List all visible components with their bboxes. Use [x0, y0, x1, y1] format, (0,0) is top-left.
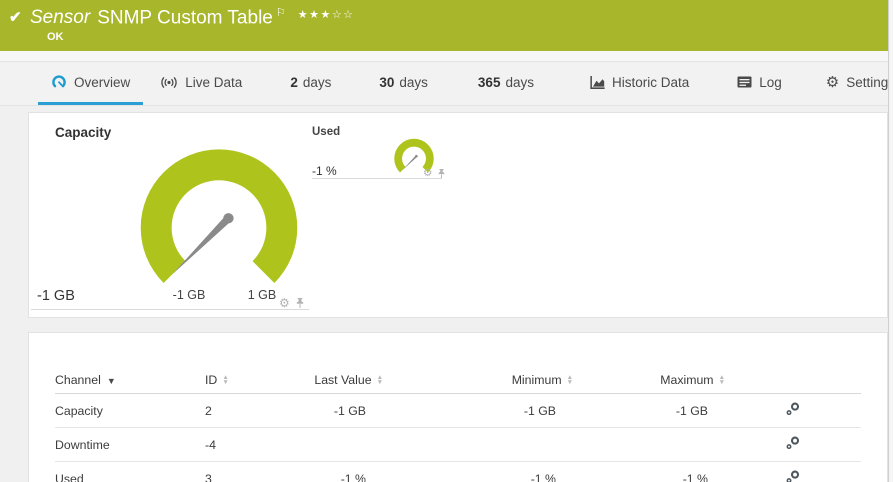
tab-historic-data[interactable]: Historic Data [577, 62, 702, 105]
minimum-cell: -1 GB [383, 393, 573, 428]
gauge-icon [52, 75, 66, 88]
sort-icon: ▲ ▼ [566, 373, 573, 386]
tab-label: Live Data [185, 74, 243, 90]
last-value-cell: -1 GB [297, 393, 383, 428]
secondary-gauge-controls: ⚙ [423, 168, 446, 179]
gauge-scale-min: -1 GB [172, 288, 206, 302]
sort-icon: ▲ ▼ [376, 373, 383, 386]
last-value-cell [297, 427, 383, 462]
column-header-last-value[interactable]: Last Value ▲ ▼ [297, 373, 383, 394]
prtg-sensor-page: ✔ Sensor SNMP Custom Table ⚐ ★★★☆☆ OK Overv… [0, 0, 893, 482]
tab-label: Log [759, 74, 782, 90]
tab-settings[interactable]: ⚙ Settings [813, 62, 893, 105]
tab-label: days [399, 74, 428, 90]
column-header-maximum[interactable]: Maximum ▲ ▼ [573, 373, 725, 394]
channel-table-panel: Channel ▼ ID ▲ ▼ Last Value ▲ ▼ Minimum ▲ ▼ Max… [28, 332, 888, 482]
tab-log[interactable]: Log [724, 62, 795, 105]
primary-gauge-value: -1 GB [37, 288, 75, 304]
tab-number: 2 [290, 74, 298, 90]
sensor-status-header: ✔ Sensor SNMP Custom Table ⚐ ★★★☆☆ OK [0, 0, 893, 51]
minimum-cell: -1 % [383, 461, 573, 482]
tab-number: 30 [379, 74, 395, 90]
gear-icon: ⚙ [825, 73, 840, 91]
secondary-gauge-title: Used [312, 126, 341, 138]
flag-icon[interactable]: ⚐ [276, 7, 286, 19]
tab-label: Settings [846, 74, 893, 90]
header-divider [0, 51, 893, 62]
tab-label: Historic Data [611, 74, 690, 90]
gauge-settings-gear-icon[interactable]: ⚙ [423, 168, 432, 179]
tab-label: Overview [74, 74, 131, 90]
channel-name-cell: Used [55, 461, 205, 482]
divider [31, 309, 309, 310]
gauge-settings-gear-icon[interactable]: ⚙ [279, 297, 290, 309]
tab-bar: Overview Live Data 2 days 30 days 365 da… [0, 62, 893, 106]
tab-30-days[interactable]: 30 days [366, 62, 441, 105]
tab-live-data[interactable]: Live Data [147, 62, 255, 105]
sort-desc-icon: ▼ [106, 376, 116, 386]
channel-table: Channel ▼ ID ▲ ▼ Last Value ▲ ▼ Minimum ▲ ▼ Max… [55, 373, 861, 482]
table-row[interactable]: Downtime -4 [55, 427, 861, 462]
ok-check-icon: ✔ [9, 9, 22, 26]
gauge-needle [402, 155, 418, 171]
column-header-minimum[interactable]: Minimum ▲ ▼ [383, 373, 573, 394]
channel-name-cell: Capacity [55, 393, 205, 428]
pin-icon[interactable] [295, 297, 305, 309]
tab-2-days[interactable]: 2 days [277, 62, 344, 105]
table-row[interactable]: Used 3 -1 % -1 % -1 % [55, 461, 861, 482]
minimum-cell [383, 427, 573, 462]
historic-chart-icon [590, 75, 605, 89]
channel-id-cell: 3 [205, 461, 297, 482]
tab-overview[interactable]: Overview [38, 62, 144, 105]
status-badge: OK [47, 31, 64, 43]
table-row[interactable]: Capacity 2 -1 GB -1 GB -1 GB [55, 393, 861, 428]
sort-icon: ▲ ▼ [222, 373, 229, 386]
last-value-cell: -1 % [297, 461, 383, 482]
tab-label: days [302, 74, 332, 90]
sensor-title-prefix: Sensor [30, 7, 91, 29]
channel-name-cell: Downtime [55, 427, 205, 462]
primary-gauge-title: Capacity [55, 125, 112, 140]
overview-gauges-panel: Capacity -1 GB 1 GB -1 GB ⚙ Used -1 % ⚙ [28, 112, 888, 318]
live-data-icon [161, 76, 177, 88]
channel-id-cell: -4 [205, 427, 297, 462]
gauge-needle [172, 215, 232, 275]
column-header-id[interactable]: ID ▲ ▼ [205, 373, 297, 394]
column-header-channel[interactable]: Channel ▼ [55, 373, 205, 394]
tab-365-days[interactable]: 365 days [465, 62, 547, 105]
maximum-cell: -1 % [573, 461, 725, 482]
maximum-cell [573, 427, 725, 462]
pin-icon[interactable] [437, 168, 446, 179]
tab-number: 365 [477, 74, 501, 90]
tab-label: days [505, 74, 534, 90]
priority-stars[interactable]: ★★★☆☆ [298, 9, 355, 21]
table-header-row: Channel ▼ ID ▲ ▼ Last Value ▲ ▼ Minimum ▲ ▼ Max… [55, 373, 861, 394]
page-title: Sensor SNMP Custom Table ⚐ ★★★☆☆ [30, 6, 355, 29]
secondary-gauge-value: -1 % [312, 164, 337, 178]
channel-id-cell: 2 [205, 393, 297, 428]
primary-gauge-controls: ⚙ [279, 297, 305, 309]
sort-icon: ▲ ▼ [718, 373, 725, 386]
sensor-title: SNMP Custom Table [97, 7, 273, 29]
channel-settings-icon[interactable] [786, 402, 800, 416]
log-icon [737, 76, 752, 88]
capacity-gauge [140, 149, 298, 284]
channel-settings-icon[interactable] [786, 470, 800, 482]
column-header-actions [725, 373, 861, 394]
maximum-cell: -1 GB [573, 393, 725, 428]
channel-settings-icon[interactable] [786, 436, 800, 450]
scrollbar-track[interactable] [888, 0, 893, 482]
